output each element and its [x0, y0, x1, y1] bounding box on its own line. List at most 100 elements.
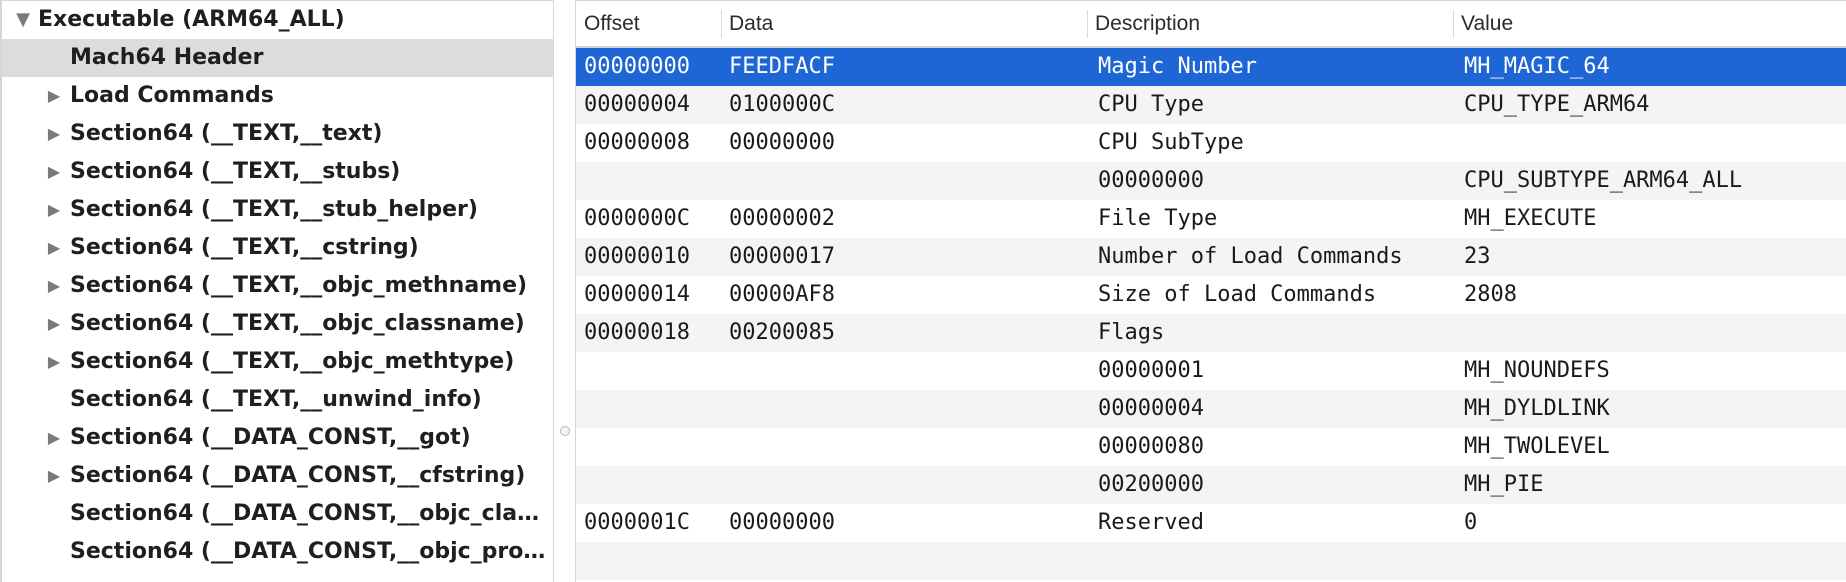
cell-offset: [576, 466, 721, 504]
tree-item[interactable]: ▶ Section64 (__TEXT,__cstring): [2, 229, 553, 267]
cell-data: 00000017: [729, 244, 835, 269]
tree-item-label: Section64 (__TEXT,__stubs): [70, 159, 401, 184]
column-header-data[interactable]: Data: [721, 1, 1087, 46]
tree-item[interactable]: Section64 (__DATA_CONST,__objc_clas…: [2, 495, 553, 533]
cell-value: MH_TWOLEVEL: [1464, 434, 1610, 459]
cell-offset: [576, 542, 721, 580]
cell-value: MH_MAGIC_64: [1464, 54, 1610, 79]
structure-tree[interactable]: ▼ Executable (ARM64_ALL) Mach64 Header ▶ Loa…: [0, 0, 553, 582]
table-row[interactable]: 00000000 CPU_SUBTYPE_ARM64_ALL: [576, 162, 1846, 200]
app-window: ▼ Executable (ARM64_ALL) Mach64 Header ▶ Loa…: [0, 0, 1846, 582]
tree-item[interactable]: ▶ Section64 (__TEXT,__text): [2, 115, 553, 153]
cell-offset: 00000014: [584, 282, 690, 307]
cell-value: [1453, 314, 1846, 352]
tree-item[interactable]: ▶ Section64 (__TEXT,__stubs): [2, 153, 553, 191]
tree-item-label: Section64 (__TEXT,__objc_methtype): [70, 349, 515, 374]
cell-data: 00200085: [729, 320, 835, 345]
tree-item-label: Section64 (__DATA_CONST,__objc_prot…: [70, 539, 551, 564]
table-body: 00000000 FEEDFACF Magic Number MH_MAGIC_64 0…: [576, 48, 1846, 580]
table-row[interactable]: 00000080 MH_TWOLEVEL: [576, 428, 1846, 466]
disclosure-triangle-right-icon[interactable]: ▶: [45, 115, 63, 153]
disclosure-triangle-right-icon[interactable]: ▶: [45, 229, 63, 267]
splitter-handle-icon[interactable]: [560, 426, 570, 436]
disclosure-triangle-right-icon[interactable]: ▶: [45, 153, 63, 191]
table-row[interactable]: 00200000 MH_PIE: [576, 466, 1846, 504]
tree-item[interactable]: ▼ Executable (ARM64_ALL): [2, 1, 553, 39]
disclosure-triangle-right-icon[interactable]: ▶: [45, 457, 63, 495]
cell-offset: 00000018: [584, 320, 690, 345]
cell-offset: [576, 352, 721, 390]
table-row[interactable]: 00000008 00000000 CPU SubType: [576, 124, 1846, 162]
cell-value: CPU_SUBTYPE_ARM64_ALL: [1464, 168, 1743, 193]
cell-description: 00000000: [1098, 168, 1204, 193]
disclosure-triangle-right-icon[interactable]: ▶: [45, 419, 63, 457]
tree-item[interactable]: ▶ Section64 (__DATA_CONST,__got): [2, 419, 553, 457]
pane-splitter[interactable]: [553, 0, 576, 582]
cell-offset: 00000004: [584, 92, 690, 117]
tree-item[interactable]: ▶ Section64 (__TEXT,__objc_classname): [2, 305, 553, 343]
tree-item[interactable]: ▶ Section64 (__TEXT,__stub_helper): [2, 191, 553, 229]
tree-item[interactable]: ▶ Section64 (__TEXT,__objc_methname): [2, 267, 553, 305]
disclosure-triangle-right-icon[interactable]: ▶: [45, 343, 63, 381]
tree-item-label: Section64 (__DATA_CONST,__objc_clas…: [70, 501, 551, 526]
tree-item-label: Mach64 Header: [70, 45, 264, 70]
cell-value: 2808: [1464, 282, 1517, 307]
tree-item[interactable]: Mach64 Header: [2, 39, 553, 77]
cell-description: [1087, 542, 1453, 580]
column-header-offset[interactable]: Offset: [576, 1, 721, 46]
cell-description: Number of Load Commands: [1098, 244, 1403, 269]
table-row[interactable]: 0000001C 00000000 Reserved 0: [576, 504, 1846, 542]
cell-offset: [576, 390, 721, 428]
cell-data: [721, 352, 1087, 390]
disclosure-triangle-right-icon[interactable]: ▶: [45, 77, 63, 115]
cell-description: Reserved: [1098, 510, 1204, 535]
tree-item[interactable]: ▶ Section64 (__DATA_CONST,__cfstring): [2, 457, 553, 495]
table-row[interactable]: 00000010 00000017 Number of Load Commands 2…: [576, 238, 1846, 276]
cell-value: MH_PIE: [1464, 472, 1544, 497]
tree-item[interactable]: Section64 (__TEXT,__unwind_info): [2, 381, 553, 419]
cell-data: [721, 466, 1087, 504]
cell-description: Flags: [1098, 320, 1165, 345]
table-row[interactable]: 00000001 MH_NOUNDEFS: [576, 352, 1846, 390]
table-row[interactable]: 00000004 MH_DYLDLINK: [576, 390, 1846, 428]
tree-item[interactable]: Section64 (__DATA_CONST,__objc_prot…: [2, 533, 553, 571]
cell-data: 0100000C: [729, 92, 835, 117]
tree-item-label: Section64 (__TEXT,__objc_classname): [70, 311, 525, 336]
column-header-value[interactable]: Value: [1453, 1, 1846, 46]
cell-description: File Type: [1098, 206, 1218, 231]
cell-offset: 0000001C: [584, 510, 690, 535]
table-row[interactable]: 0000000C 00000002 File Type MH_EXECUTE: [576, 200, 1846, 238]
cell-data: 00000000: [729, 510, 835, 535]
tree-item-label: Section64 (__TEXT,__text): [70, 121, 383, 146]
table-row[interactable]: 00000014 00000AF8 Size of Load Commands 280…: [576, 276, 1846, 314]
cell-value: 23: [1464, 244, 1491, 269]
table-row[interactable]: 00000018 00200085 Flags: [576, 314, 1846, 352]
disclosure-triangle-right-icon[interactable]: ▶: [45, 305, 63, 343]
tree-item-label: Section64 (__DATA_CONST,__got): [70, 425, 471, 450]
disclosure-triangle-down-icon[interactable]: ▼: [14, 1, 32, 39]
cell-value: 0: [1464, 510, 1478, 535]
cell-value: [1453, 542, 1846, 580]
cell-data: FEEDFACF: [729, 54, 835, 79]
table-row[interactable]: [576, 542, 1846, 580]
cell-description: CPU SubType: [1098, 130, 1244, 155]
disclosure-triangle-right-icon[interactable]: ▶: [45, 267, 63, 305]
cell-data: [721, 162, 1087, 200]
table-row[interactable]: 00000000 FEEDFACF Magic Number MH_MAGIC_64: [576, 48, 1846, 86]
cell-data: [721, 428, 1087, 466]
cell-offset: [576, 428, 721, 466]
cell-offset: 00000010: [584, 244, 690, 269]
column-header-description[interactable]: Description: [1087, 1, 1453, 46]
cell-value: MH_EXECUTE: [1464, 206, 1597, 231]
tree-item[interactable]: ▶ Section64 (__TEXT,__objc_methtype): [2, 343, 553, 381]
table-row[interactable]: 00000004 0100000C CPU Type CPU_TYPE_ARM64: [576, 86, 1846, 124]
cell-offset: 0000000C: [584, 206, 690, 231]
cell-data: [721, 390, 1087, 428]
table-header: Offset Data Description Value: [576, 1, 1846, 48]
cell-description: 00000004: [1098, 396, 1204, 421]
cell-value: CPU_TYPE_ARM64: [1464, 92, 1650, 117]
tree-item[interactable]: ▶ Load Commands: [2, 77, 553, 115]
disclosure-triangle-right-icon[interactable]: ▶: [45, 191, 63, 229]
cell-description: 00000080: [1098, 434, 1204, 459]
cell-data: 00000002: [729, 206, 835, 231]
